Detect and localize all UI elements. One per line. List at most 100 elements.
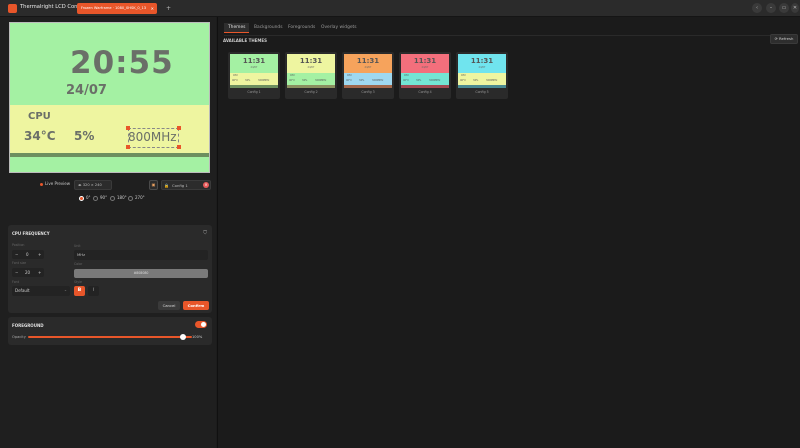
theme-time: 11:31 [470, 57, 494, 65]
theme-label: Config 1 [247, 90, 261, 94]
theme-cpu-label: CPU [233, 74, 238, 77]
font-size-label: Font size [12, 261, 27, 265]
theme-card[interactable]: 11:31 24/07 CPU 40°C 34% 3200MHz Config 4 [399, 52, 451, 99]
add-tab-button[interactable]: + [164, 4, 173, 13]
maximize-button[interactable]: ▭ [779, 3, 789, 13]
theme-temp: 40°C [289, 79, 295, 82]
theme-bar [458, 85, 506, 88]
theme-label: Config 5 [475, 90, 489, 94]
opacity-value: 100% [192, 335, 203, 339]
minus-icon[interactable]: − [15, 270, 18, 275]
unit-label: Unit [74, 244, 81, 248]
tab-divider [224, 35, 794, 36]
theme-cpu-label: CPU [404, 74, 409, 77]
lcd-cpu-temperature[interactable]: 34°C [24, 129, 56, 143]
opacity-slider-thumb[interactable] [180, 334, 186, 340]
radio-selected-icon [79, 195, 84, 201]
theme-temp: 40°C [460, 79, 466, 82]
theme-bar [401, 85, 449, 88]
preview-controls: Live Preview ◂▸ 320 × 240 ▣ 🔒 Config 1 × [0, 179, 216, 191]
lcd-date[interactable]: 24/07 [66, 83, 107, 98]
theme-time: 11:31 [413, 57, 437, 65]
theme-date: 24/07 [364, 66, 372, 69]
resize-handle[interactable] [126, 126, 130, 130]
device-tab-label: Frozen Warframe · 1080_0HSK_0_13 [81, 6, 147, 10]
lcd-cpu-frequency[interactable]: 800MHz [128, 130, 177, 144]
font-size-value: 20 [25, 270, 31, 275]
rotation-180[interactable]: 180° [110, 195, 127, 201]
theme-label: Config 4 [418, 90, 432, 94]
panel-title: CPU FREQUENCY [12, 231, 50, 236]
theme-card[interactable]: 11:31 24/07 CPU 40°C 34% 3200MHz Config 1 [228, 52, 280, 99]
tab-foregrounds[interactable]: Foregrounds [284, 23, 319, 32]
theme-freq: 3200MHz [315, 79, 327, 82]
cpu-frequency-panel: CPU FREQUENCY ⛉ Position − 0 + Font size… [8, 225, 212, 313]
italic-toggle[interactable]: I [88, 286, 99, 296]
confirm-button[interactable]: Confirm [183, 301, 209, 310]
device-tab[interactable]: Frozen Warframe · 1080_0HSK_0_13 ✕ [77, 3, 157, 14]
lcd-time[interactable]: 20:55 [70, 45, 174, 81]
theme-freq: 3200MHz [486, 79, 498, 82]
opacity-slider[interactable] [28, 336, 192, 338]
available-themes-label: AVAILABLE THEMES [223, 38, 268, 43]
lock-icon: 🔒 [164, 183, 169, 188]
position-stepper[interactable]: − 0 + [12, 250, 44, 259]
widget-icon[interactable]: ⛉ [203, 230, 207, 236]
lcd-cpu-label[interactable]: CPU [28, 111, 51, 122]
font-select[interactable]: Default ⌄ [12, 286, 70, 296]
font-label: Font [12, 280, 19, 284]
opacity-label: Opacity [12, 335, 26, 339]
theme-load: 34% [416, 79, 422, 82]
unit-input[interactable]: MHz [74, 250, 208, 260]
theme-bar [287, 85, 335, 88]
theme-bar [344, 85, 392, 88]
minus-icon[interactable]: − [15, 252, 18, 257]
lcd-cpu-load[interactable]: 5% [74, 129, 94, 143]
font-size-stepper[interactable]: − 20 + [12, 268, 44, 277]
config-selector[interactable]: 🔒 Config 1 × [161, 180, 211, 190]
save-config-button[interactable]: ▣ [149, 180, 158, 190]
theme-card[interactable]: 11:31 24/07 CPU 40°C 34% 3200MHz Config 3 [342, 52, 394, 99]
config-name: Config 1 [172, 183, 188, 188]
tab-overlay-widgets[interactable]: Overlay widgets [317, 23, 361, 32]
lcd-preview[interactable]: 20:55 24/07 CPU 34°C 5% 800MHz [9, 22, 210, 173]
close-window-button[interactable]: ✕ [791, 3, 799, 13]
rotation-270[interactable]: 270° [128, 195, 145, 201]
theme-load: 34% [473, 79, 479, 82]
theme-time: 11:31 [299, 57, 323, 65]
plus-icon[interactable]: + [38, 270, 41, 275]
back-button[interactable]: ‹ [752, 3, 762, 13]
theme-cpu-label: CPU [461, 74, 466, 77]
title-bar: Thermalright LCD Control Frozen Warframe… [0, 0, 800, 17]
bold-toggle[interactable]: B [74, 286, 85, 296]
tab-themes[interactable]: Themes [224, 23, 250, 33]
refresh-button[interactable]: ⟳ Refresh [770, 34, 798, 44]
tab-backgrounds[interactable]: Backgrounds [250, 23, 286, 32]
rotation-90[interactable]: 90° [93, 195, 107, 201]
theme-cpu-label: CPU [290, 74, 295, 77]
plus-icon[interactable]: + [38, 252, 41, 257]
foreground-toggle[interactable] [195, 321, 207, 328]
resolution-selector[interactable]: ◂▸ 320 × 240 [74, 180, 112, 190]
resize-handle[interactable] [177, 145, 181, 149]
foreground-panel: FOREGROUND Opacity 100% [8, 317, 212, 345]
theme-bar [230, 85, 278, 88]
theme-freq: 3200MHz [372, 79, 384, 82]
color-picker[interactable]: #808080 [74, 269, 208, 278]
live-indicator-dot [40, 183, 43, 186]
app-logo-icon [8, 4, 17, 13]
theme-card[interactable]: 11:31 24/07 CPU 40°C 34% 3200MHz Config 5 [456, 52, 508, 99]
theme-label: Config 2 [304, 90, 318, 94]
delete-config-icon[interactable]: × [203, 182, 209, 188]
radio-icon [93, 195, 98, 201]
resize-handle[interactable] [126, 145, 130, 149]
rotation-0[interactable]: 0° [79, 195, 91, 201]
theme-card[interactable]: 11:31 24/07 CPU 40°C 34% 3200MHz Config 2 [285, 52, 337, 99]
cancel-button[interactable]: Cancel [158, 301, 180, 310]
lcd-bottom-section [10, 157, 209, 172]
resize-handle[interactable] [177, 126, 181, 130]
right-pane: Themes Backgrounds Foregrounds Overlay w… [217, 17, 800, 448]
theme-load: 34% [359, 79, 365, 82]
minimize-button[interactable]: – [766, 3, 776, 13]
close-tab-icon[interactable]: ✕ [151, 6, 154, 11]
